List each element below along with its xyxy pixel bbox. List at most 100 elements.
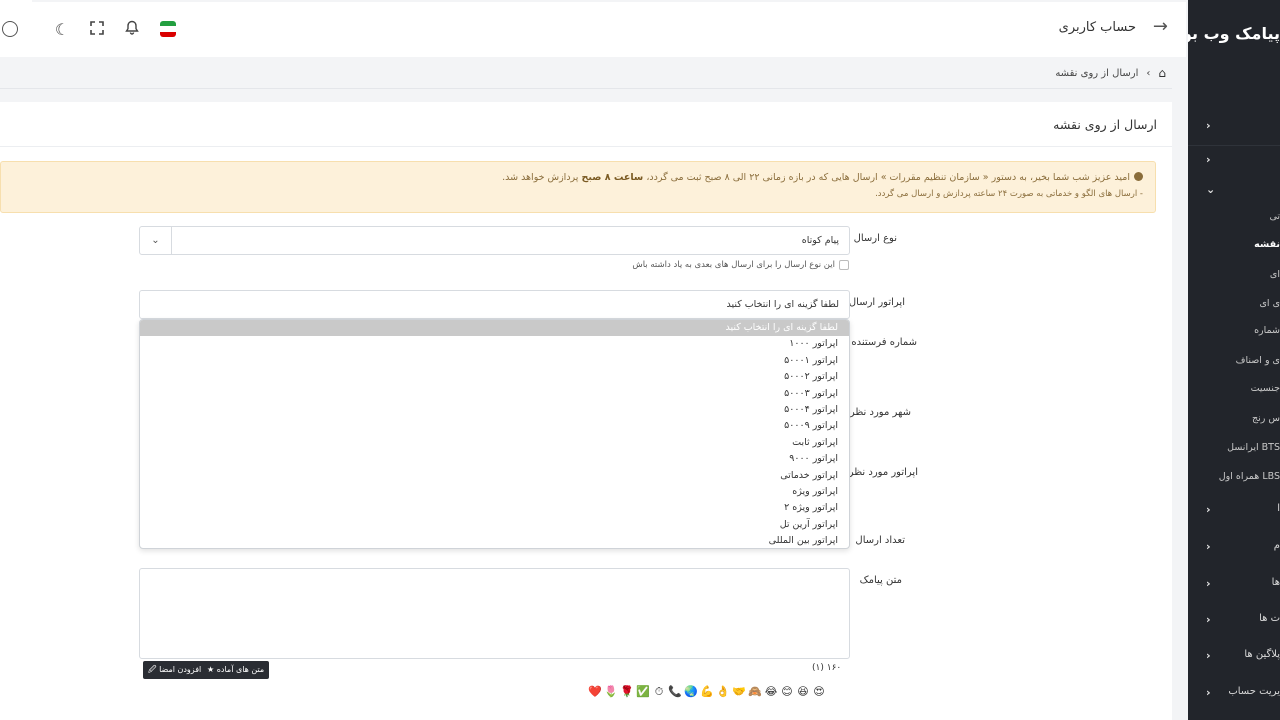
user-icon[interactable] [2,21,18,37]
city-label: شهر مورد نظر [849,407,911,418]
breadcrumb-divider [0,88,1172,89]
char-counter: ۱۶۰ (۱) [812,663,842,673]
sidebar-item-label: م [1273,540,1280,551]
emoji-button[interactable]: ⏱ [652,684,666,700]
breadcrumb-current: ارسال از روی نقشه [1055,67,1139,79]
operator-select[interactable]: لطفا گزینه ای را انتخاب کنید [139,290,850,319]
operator-option[interactable]: اپراتور ویژه ۲ [140,500,849,516]
operator-option[interactable]: اپراتور بین المللی [140,533,849,548]
emoji-button[interactable]: 📞 [668,684,682,700]
emoji-button[interactable]: 😊 [780,684,794,700]
emoji-button[interactable]: 💪 [700,684,714,700]
sidebar-item[interactable]: › ا [1188,500,1280,520]
send-type-select[interactable]: پیام کوتاه ⌄ [139,226,850,255]
message-textarea[interactable] [139,568,850,659]
sidebar-item[interactable]: › [1188,150,1280,170]
chevron-right-icon: › [1206,540,1211,553]
operator-option[interactable]: اپراتور ویژه [140,484,849,500]
sidebar-item-label: نقشه [1254,239,1280,250]
sidebar-item[interactable]: › پلاگین ها [1188,646,1280,666]
operator-select-value: لطفا گزینه ای را انتخاب کنید [726,299,839,310]
emoji-button[interactable]: 🌏 [684,684,698,700]
operator-option[interactable]: اپراتور ۵۰۰۰۳ [140,386,849,402]
iran-flag-icon[interactable] [160,21,176,37]
operator-option[interactable]: اپراتور ۱۰۰۰ [140,336,849,352]
fullscreen-icon[interactable] [87,20,107,40]
chevron-right-icon: › [1206,686,1211,699]
remember-send-type[interactable]: این نوع ارسال را برای ارسال های بعدی به … [632,260,849,270]
emoji-button[interactable]: 👌 [716,684,730,700]
chevron-right-icon: › [1206,613,1211,626]
sidebar-item[interactable]: ⌄ [1188,180,1280,200]
sidebar-item[interactable]: جنسیت [1188,380,1280,400]
chevron-down-icon[interactable]: ⌄ [140,227,172,254]
operator-option[interactable]: اپراتور ۵۰۰۰۹ [140,418,849,434]
emoji-picker-row: ❤️ 🌷 🌹 ✅ ⏱ 📞 🌏 💪 👌 🤝 🙈 😂 😊 😆 😍 [588,684,826,700]
chevron-down-icon: ⌄ [1206,183,1216,196]
chevron-right-icon: › [1206,503,1211,516]
card-title: ارسال از روی نقشه [1053,117,1157,132]
chevron-right-icon: › [1206,649,1211,662]
sidebar-item-label: BTS ایرانسل [1227,442,1280,453]
operator-label: اپراتور ارسال [848,297,905,308]
send-type-value: پیام کوتاه [801,235,839,246]
sidebar-item-label: LBS همراه اول [1218,471,1280,482]
top-header: ☾ حساب کاربری → [32,2,1186,57]
emoji-button[interactable]: 🤝 [732,684,746,700]
sidebar-item[interactable]: › ت ها [1188,610,1280,630]
moon-icon[interactable]: ☾ [52,20,72,40]
account-title: حساب کاربری [1058,20,1136,35]
target-operator-label: اپراتور مورد نظر [848,467,918,478]
operator-option[interactable]: اپراتور ثابت [140,435,849,451]
sidebar-item-label: ت ها [1259,613,1280,624]
sidebar-item[interactable]: ی و اصناف [1188,352,1280,372]
back-arrow-icon[interactable]: → [1153,16,1168,37]
sidebar-item[interactable]: شماره [1188,322,1280,342]
sidebar-item[interactable]: ای [1188,266,1280,286]
sidebar-item-label: پلاگین ها [1244,649,1280,660]
operator-option[interactable]: لطفا گزینه ای را انتخاب کنید [140,320,849,337]
ready-texts-button[interactable]: متن های آماده ★ [202,661,270,679]
remember-checkbox[interactable] [839,260,849,270]
home-icon[interactable]: ⌂ [1158,66,1166,80]
emoji-button[interactable]: ❤️ [588,684,602,700]
sidebar-item[interactable]: › یریت حساب [1188,683,1280,703]
alert-line-1: امید عزیز شب شما بخیر، به دستور « سازمان… [502,172,1143,183]
bell-icon[interactable] [122,20,142,40]
alert-text-post: پردازش خواهد شد. [502,172,579,183]
operator-dropdown-list[interactable]: لطفا گزینه ای را انتخاب کنید اپراتور ۱۰۰… [139,319,850,549]
sidebar-item[interactable]: ی ای [1188,295,1280,315]
alert-line-2: - ارسال های الگو و خدماتی به صورت ۲۴ ساع… [875,189,1143,199]
sidebar-item-label: ی و اصناف [1235,355,1280,366]
sidebar-item[interactable]: تی [1188,208,1280,228]
sidebar-item-label: جنسیت [1250,383,1280,394]
sidebar-item[interactable]: BTS ایرانسل [1188,439,1280,459]
sidebar-divider [1188,145,1280,146]
operator-option[interactable]: اپراتور ۹۰۰۰ [140,451,849,467]
alert-text-pre: امید عزیز شب شما بخیر، به دستور « سازمان… [646,172,1130,183]
operator-option[interactable]: اپراتور ۵۰۰۰۲ [140,369,849,385]
sidebar-item[interactable]: › [1188,116,1280,136]
emoji-button[interactable]: 😆 [796,684,810,700]
emoji-button[interactable]: 😂 [764,684,778,700]
operator-option[interactable]: اپراتور خدماتی [140,468,849,484]
sidebar-item[interactable]: نقشه [1188,236,1280,256]
emoji-button[interactable]: ✅ [636,684,650,700]
emoji-button[interactable]: 😍 [812,684,826,700]
operator-option[interactable]: اپراتور آرین تل [140,517,849,533]
operator-option[interactable]: اپراتور ۵۰۰۰۴ [140,402,849,418]
breadcrumb-separator: › [1146,67,1151,79]
sidebar-item[interactable]: س رنج [1188,410,1280,430]
add-signature-button[interactable]: افزودن امضا 🖉 [143,661,207,679]
sidebar-item[interactable]: › م [1188,537,1280,557]
operator-option[interactable]: اپراتور ۵۰۰۰۱ [140,353,849,369]
emoji-button[interactable]: 🌷 [604,684,618,700]
emoji-button[interactable]: 🙈 [748,684,762,700]
sidebar-item[interactable]: › ها [1188,574,1280,594]
sidebar-item-label: ای [1269,269,1280,280]
breadcrumb: ⌂ › ارسال از روی نقشه [1055,66,1166,80]
sidebar-item-label: س رنج [1252,413,1280,424]
chevron-right-icon: › [1206,153,1211,166]
emoji-button[interactable]: 🌹 [620,684,634,700]
sidebar-item[interactable]: LBS همراه اول [1188,468,1280,488]
